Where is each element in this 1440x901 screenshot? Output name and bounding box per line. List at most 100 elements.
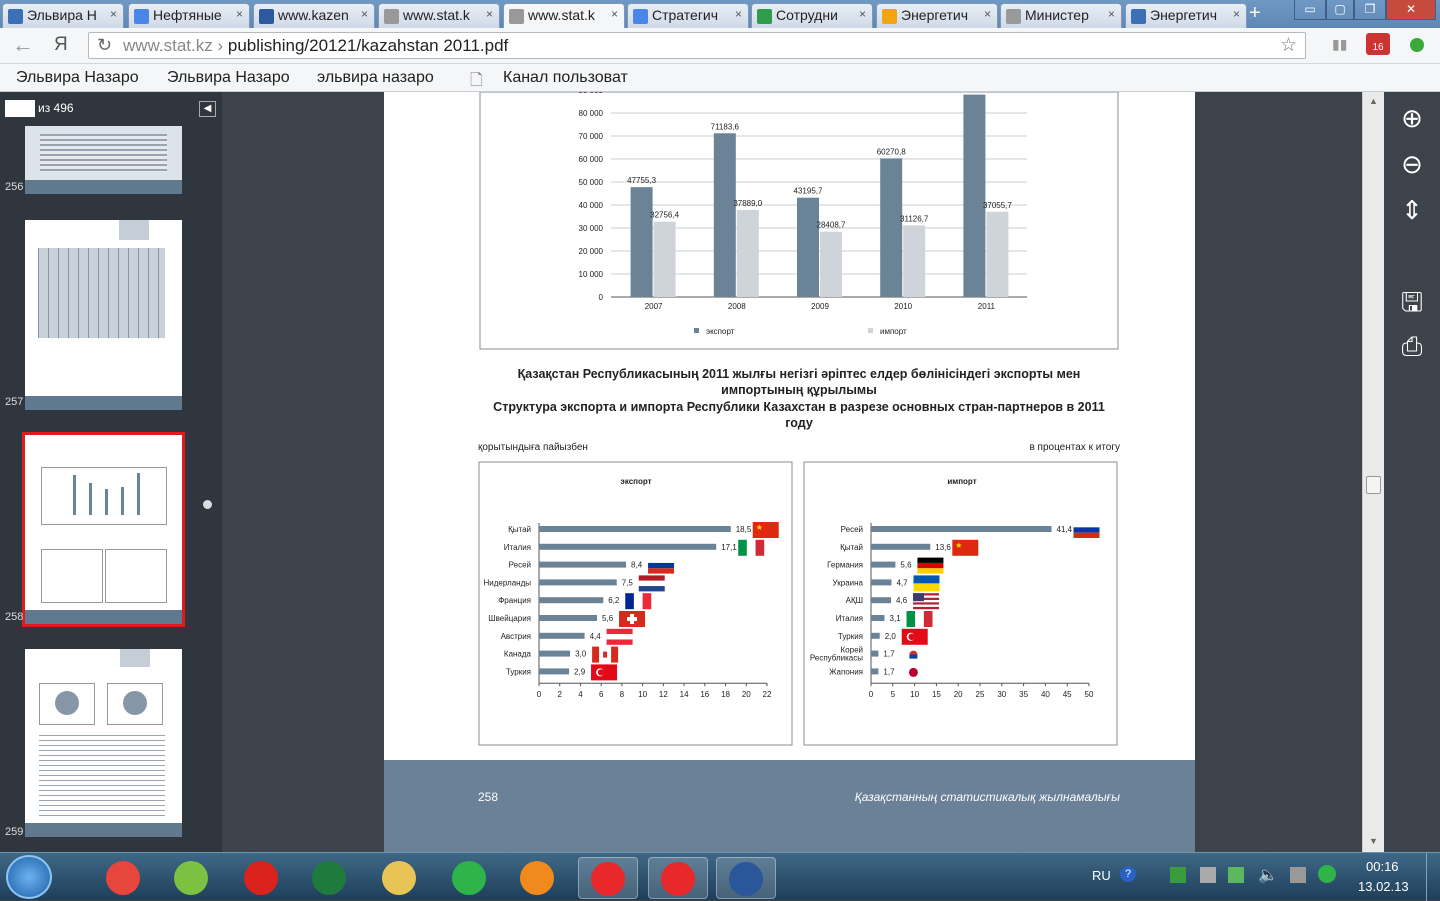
bookmark-1[interactable]: Эльвира Назаро (16, 69, 139, 87)
thumbnail-257[interactable] (25, 220, 182, 410)
thumbnail-258[interactable] (22, 432, 185, 627)
tab-close-icon[interactable]: × (735, 7, 742, 21)
tab-label: Энергетич (901, 7, 969, 23)
taskbar-app-icq[interactable] (440, 857, 500, 899)
page-number: 258 (478, 790, 499, 804)
status-icon[interactable] (1410, 38, 1424, 52)
tab-close-icon[interactable]: × (859, 7, 866, 21)
tab-close-icon[interactable]: × (110, 7, 117, 21)
taskbar-app-yandex-browser[interactable] (578, 857, 638, 899)
scroll-thumb[interactable] (1366, 476, 1381, 494)
pdf-page-content: 0 10 000 20 000 30 000 40 000 50 000 60 000 70 … (478, 92, 1119, 746)
x-tick-label: 10 (638, 690, 647, 699)
print-icon[interactable]: ⎙ (1397, 332, 1427, 362)
maximize-button[interactable]: ▢ (1326, 0, 1354, 20)
tab-9[interactable]: Министер × (1000, 3, 1122, 28)
back-button[interactable]: ← (12, 32, 34, 58)
tab-label: www.stat.k (528, 7, 595, 23)
x-tick-label: 2008 (728, 302, 746, 311)
minimize-button[interactable]: ▭ (1294, 0, 1326, 20)
save-icon[interactable]: 🖫 (1397, 288, 1427, 318)
taskbar-app-media[interactable] (508, 857, 568, 899)
reload-icon[interactable]: ↻ (97, 35, 112, 56)
extension-icon[interactable]: 16 (1366, 33, 1390, 55)
taskbar-app-chrome[interactable] (94, 857, 154, 899)
page-number-input[interactable] (5, 100, 35, 117)
tab-8[interactable]: Энергетич × (876, 3, 998, 28)
new-tab-button[interactable]: + (1249, 2, 1261, 25)
category-label: Нидерланды (484, 578, 532, 587)
sidebar-resize-handle[interactable] (203, 500, 212, 509)
tray-icon-2[interactable] (1200, 867, 1216, 883)
tab-4[interactable]: www.stat.k × (378, 3, 500, 28)
taskbar-app-opera[interactable] (232, 857, 292, 899)
tray-icon-4[interactable] (1290, 867, 1306, 883)
volume-icon[interactable]: 🔈 (1258, 865, 1278, 885)
tab-close-icon[interactable]: × (1233, 7, 1240, 21)
bar-Франция (539, 597, 604, 604)
bookmark-3[interactable]: эльвира назаро (317, 69, 434, 87)
scroll-down-icon[interactable]: ▼ (1369, 836, 1378, 846)
start-button[interactable] (6, 855, 52, 899)
clock-time[interactable]: 00:16 (1366, 859, 1399, 874)
bookmark-4[interactable]: Канал пользоват (503, 69, 628, 87)
bookmark-2[interactable]: Эльвира Назаро (167, 69, 290, 87)
clock-date[interactable]: 13.02.13 (1358, 879, 1409, 894)
tab-close-icon[interactable]: × (984, 7, 991, 21)
x-tick-label: 0 (869, 690, 874, 699)
tab-label: Эльвира Н (27, 7, 97, 23)
legend-label-export: экспорт (706, 327, 735, 336)
language-indicator[interactable]: RU (1092, 868, 1111, 883)
bar-Швейцария (539, 615, 598, 621)
taskbar-app-picasa[interactable] (162, 857, 222, 899)
address-bar[interactable]: ↻ www.stat.kz › publishing/20121/kazahst… (88, 32, 1306, 59)
taskbar-app-excel[interactable] (300, 857, 360, 899)
taskbar-app-yandex[interactable] (648, 857, 708, 899)
scroll-up-icon[interactable]: ▲ (1369, 96, 1378, 106)
tab-close-icon[interactable]: × (611, 7, 618, 21)
tab-1[interactable]: Эльвира Н × (2, 3, 124, 28)
note-right: в процентах к итогу (1029, 442, 1120, 453)
thumbnail-256[interactable] (25, 126, 182, 194)
tab-3[interactable]: www.kazen × (253, 3, 375, 28)
bar-импорт-2009 (820, 231, 842, 297)
tab-close-icon[interactable]: × (361, 7, 368, 21)
zoom-in-icon[interactable]: ⊕ (1397, 104, 1427, 134)
show-desktop-button[interactable] (1426, 853, 1440, 901)
collapse-sidebar-button[interactable]: ◀ (199, 101, 216, 117)
vertical-scrollbar[interactable]: ▲ ▼ (1362, 92, 1384, 852)
bar-Австрия (539, 632, 585, 639)
yandex-button[interactable]: Я (54, 34, 68, 56)
tray-icon-5[interactable] (1318, 865, 1336, 883)
value-label: 6,2 (608, 596, 620, 605)
signal-icon[interactable]: ▮▮ (1332, 36, 1347, 53)
x-tick-label: 2011 (978, 302, 996, 311)
help-icon[interactable]: ? (1120, 866, 1136, 882)
tab-10[interactable]: Энергетич × (1125, 3, 1247, 28)
tray-icon-3[interactable] (1228, 867, 1244, 883)
star-icon[interactable]: ☆ (1280, 34, 1297, 57)
flag-tr-icon (901, 628, 928, 645)
restore-button[interactable]: ❐ (1354, 0, 1386, 20)
bar-value-label: 37055,7 (983, 201, 1012, 210)
x-tick-label: 16 (700, 690, 709, 699)
tab-2[interactable]: Нефтяные × (128, 3, 250, 28)
tab-close-icon[interactable]: × (1108, 7, 1115, 21)
tab-6[interactable]: Стратегич × (627, 3, 749, 28)
tab-5[interactable]: www.stat.k × (503, 3, 625, 29)
tab-close-icon[interactable]: × (236, 7, 243, 21)
fit-page-icon[interactable]: ⇕ (1397, 196, 1427, 226)
zoom-out-icon[interactable]: ⊖ (1397, 150, 1427, 180)
tray-icon-1[interactable] (1170, 867, 1186, 883)
tab-label: www.kazen (278, 7, 349, 23)
close-window-button[interactable]: ✕ (1386, 0, 1436, 20)
taskbar-app-explorer[interactable] (370, 857, 430, 899)
tab-7[interactable]: Сотрудни × (751, 3, 873, 28)
taskbar-app-word[interactable] (716, 857, 776, 899)
category-label: Франция (498, 596, 531, 605)
thumbnail-259[interactable] (25, 649, 182, 837)
chrome-icon (106, 861, 140, 895)
media-icon (520, 861, 554, 895)
tab-close-icon[interactable]: × (486, 7, 493, 21)
flag-kr-icon (900, 646, 927, 663)
